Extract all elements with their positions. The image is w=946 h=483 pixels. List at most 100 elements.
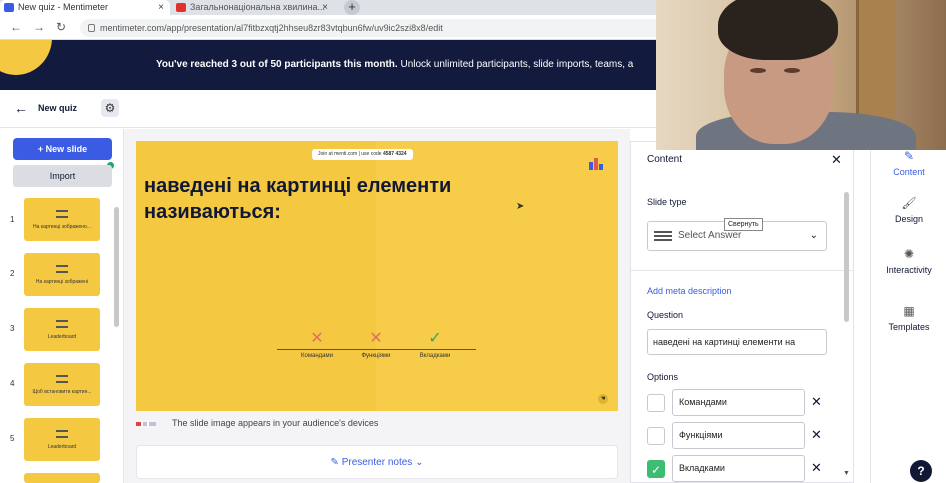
banner-rest-text: Unlock unlimited participants, slide imp…: [397, 59, 634, 70]
progress-dots-icon: [136, 421, 156, 426]
mouse-cursor-icon: ➤: [516, 201, 525, 212]
slide-option: ✕ Функціями: [346, 330, 406, 360]
slide-option: ✕ Командами: [287, 330, 347, 360]
slide-thumbnail-caption: На картинці зображені: [35, 279, 89, 285]
slide-type-label: Slide type: [647, 197, 687, 207]
slide-thumbnail-partial[interactable]: [24, 473, 100, 483]
tab-title: Загальнонаціональна хвилина...: [190, 2, 326, 12]
pencil-icon: ✎: [903, 149, 915, 163]
question-label: Question: [647, 310, 684, 320]
slide-number: 4: [10, 379, 15, 388]
slides-scrollbar[interactable]: [114, 207, 119, 327]
incorrect-cross-icon: ✕: [369, 330, 383, 347]
browser-tab[interactable]: Загальнонаціональна хвилина... ×: [172, 0, 334, 15]
add-meta-description-link[interactable]: Add meta description: [647, 286, 732, 296]
tab-content[interactable]: ✎ Content: [871, 149, 946, 177]
banner-text[interactable]: You've reached 3 out of 50 participants …: [156, 59, 633, 70]
reload-icon[interactable]: ↻: [56, 19, 66, 35]
chevron-down-icon: ⌄: [809, 230, 818, 241]
slide-thumbnail-caption: Leaderboard: [47, 444, 77, 450]
slide-type-icon: [56, 210, 68, 218]
slide-number: 1: [10, 215, 15, 224]
scroll-down-arrow-icon[interactable]: ▼: [843, 470, 850, 477]
youtube-favicon-icon: [176, 3, 186, 12]
tab-label: Content: [893, 167, 925, 177]
slide-type-icon: [56, 265, 68, 273]
close-icon[interactable]: ✕: [831, 152, 842, 168]
tab-label: Templates: [888, 322, 930, 332]
slide-option-label: Командами: [301, 353, 333, 359]
slide-thumbnail[interactable]: На картинці зображені: [24, 253, 100, 296]
tab-interactivity[interactable]: ✺ Interactivity: [871, 247, 946, 275]
presentation-name[interactable]: New quiz: [38, 103, 77, 113]
slide-thumbnail[interactable]: На картинці зображено...: [24, 198, 100, 241]
mentimeter-logo-icon: [589, 158, 603, 170]
slide-thumbnail[interactable]: Leaderboard: [24, 418, 100, 461]
slide-canvas[interactable]: Join at menti.com | use code 4587 4324 н…: [136, 141, 618, 411]
content-panel-scrollbar[interactable]: [844, 192, 849, 322]
slide-option-label: Функціями: [361, 353, 391, 359]
incorrect-cross-icon: ✕: [310, 330, 324, 347]
back-arrow-icon[interactable]: ←: [14, 100, 28, 116]
tab-label: Interactivity: [886, 265, 932, 275]
sparkle-icon: ✺: [903, 247, 915, 261]
leaderboard-icon: [56, 320, 68, 328]
remove-option-icon[interactable]: ✕: [811, 427, 822, 443]
close-tab-icon[interactable]: ×: [158, 0, 164, 15]
grid-icon: ▦: [903, 304, 915, 318]
option-input[interactable]: Функціями: [672, 422, 805, 449]
new-slide-button[interactable]: + New slide: [13, 138, 112, 160]
decorative-circle: [0, 40, 52, 75]
new-tab-button[interactable]: +: [344, 0, 360, 15]
correct-answer-checkbox-checked[interactable]: ✓: [647, 460, 665, 478]
browser-tab-active[interactable]: New quiz - Mentimeter ×: [0, 0, 170, 15]
settings-gear-icon[interactable]: ⚙: [101, 99, 119, 117]
pencil-icon: ✎: [330, 457, 342, 468]
slide-option: ✓ Вкладками: [405, 330, 465, 360]
banner-bold-text: You've reached 3 out of 50 participants …: [156, 59, 398, 70]
remove-option-icon[interactable]: ✕: [811, 460, 822, 476]
remove-option-icon[interactable]: ✕: [811, 394, 822, 410]
import-button[interactable]: Import: [13, 165, 112, 187]
correct-check-icon: ✓: [428, 330, 442, 347]
webcam-eye: [784, 68, 800, 73]
option-input[interactable]: Командами: [672, 389, 805, 416]
presenter-notes-button[interactable]: ✎ Presenter notes ⌄: [136, 445, 618, 479]
content-panel: Content ✕ Slide type Select Answer ⌄ Све…: [630, 141, 854, 483]
join-text: Join at menti.com | use code: [318, 151, 382, 157]
tab-title: New quiz - Mentimeter: [18, 2, 109, 12]
slide-type-value: Select Answer: [678, 230, 742, 241]
slide-thumbnail-caption: Leaderboard: [47, 334, 77, 340]
slide-hint-text: The slide image appears in your audience…: [172, 418, 379, 428]
back-arrow-icon[interactable]: ←: [10, 19, 22, 35]
chevron-down-icon: ⌄: [412, 457, 424, 468]
tab-design[interactable]: 🖌 Design: [871, 196, 946, 224]
webcam-eye: [750, 68, 766, 73]
slide-number: 5: [10, 434, 15, 443]
question-input[interactable]: наведені на картинці елементи на: [647, 329, 827, 355]
slide-number: 3: [10, 324, 15, 333]
lock-icon: [88, 24, 95, 32]
slide-hint: The slide image appears in your audience…: [136, 418, 378, 428]
reaction-icon[interactable]: ☚: [598, 394, 608, 404]
paint-brush-icon: 🖌: [901, 196, 917, 210]
list-icon: [654, 231, 672, 241]
help-button[interactable]: ?: [910, 460, 932, 482]
webcam-person-hair: [718, 0, 838, 60]
correct-answer-checkbox[interactable]: [647, 427, 665, 445]
slide-number: 2: [10, 269, 15, 278]
slide-type-icon: [56, 375, 68, 383]
tab-templates[interactable]: ▦ Templates: [871, 304, 946, 332]
webcam-overlay: [656, 0, 946, 150]
close-tab-icon[interactable]: ×: [322, 0, 328, 15]
option-input[interactable]: Вкладками: [672, 455, 805, 482]
slide-thumbnail[interactable]: Щоб встановити картин...: [24, 363, 100, 406]
correct-answer-checkbox[interactable]: [647, 394, 665, 412]
divider: [631, 270, 853, 271]
forward-arrow-icon[interactable]: →: [33, 19, 45, 35]
content-panel-title: Content: [647, 154, 683, 165]
tooltip: Свернуть: [724, 218, 763, 231]
slide-thumbnail[interactable]: Leaderboard: [24, 308, 100, 351]
mentimeter-favicon-icon: [4, 3, 14, 12]
url-text: mentimeter.com/app/presentation/al7fitbz…: [100, 23, 443, 33]
